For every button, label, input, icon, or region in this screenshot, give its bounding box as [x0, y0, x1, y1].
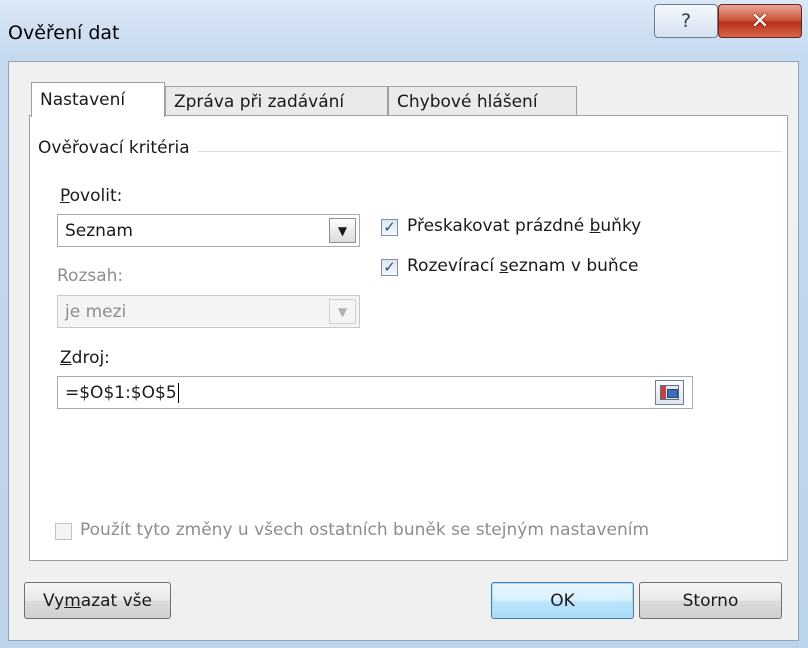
cancel-button[interactable]: Storno — [639, 582, 782, 619]
dialog-title: Ověření dat — [8, 22, 120, 44]
range-dropdown: je mezi ▼ — [57, 295, 360, 328]
in-cell-dropdown-text-a: Rozevírací — [407, 256, 500, 276]
close-icon: ✕ — [750, 8, 770, 34]
source-label-accelerator: Z — [60, 348, 72, 368]
in-cell-dropdown-text-b: eznam v buňce — [508, 256, 639, 276]
close-button[interactable]: ✕ — [718, 4, 802, 38]
ok-button-label: OK — [550, 590, 575, 611]
help-icon: ? — [680, 10, 692, 32]
tab-input-message-label: Zpráva při zadávání — [174, 91, 345, 112]
data-validation-dialog: Ověření dat ? ✕ Nastavení Zpráva při zad… — [0, 0, 808, 648]
source-label-text: droj: — [71, 348, 110, 368]
tab-settings[interactable]: Nastavení — [31, 82, 165, 117]
tab-error-alert-label: Chybové hlášení — [397, 91, 538, 112]
text-caret — [177, 382, 179, 403]
allow-dropdown[interactable]: Seznam ▼ — [57, 214, 360, 247]
ignore-blank-accelerator: b — [589, 216, 601, 236]
range-dropdown-value: je mezi — [65, 301, 127, 322]
tab-error-alert[interactable]: Chybové hlášení — [388, 86, 577, 116]
dialog-body: Nastavení Zpráva při zadávání Chybové hl… — [8, 61, 799, 641]
clear-all-accelerator: m — [64, 590, 81, 611]
tab-settings-label: Nastavení — [40, 90, 126, 110]
settings-panel: Ověřovací kritéria Povolit: Seznam ▼ Roz… — [29, 115, 788, 561]
validation-criteria-title: Ověřovací kritéria — [38, 138, 198, 158]
source-input-value: =$O$1:$O$5 — [65, 382, 177, 403]
in-cell-dropdown-checkbox[interactable]: ✓ — [381, 259, 398, 276]
source-input[interactable]: =$O$1:$O$5 — [57, 376, 693, 409]
apply-all-label: Použít tyto změny u všech ostatních buně… — [80, 520, 650, 540]
in-cell-dropdown-label[interactable]: Rozevírací seznam v buňce — [407, 256, 639, 276]
allow-label-accelerator: P — [60, 186, 70, 206]
range-selector-button[interactable] — [655, 380, 684, 405]
ignore-blank-text-a: Přeskakovat prázdné — [407, 216, 590, 236]
range-label: Rozsah: — [57, 266, 124, 286]
allow-label-text: ovolit: — [69, 186, 123, 206]
tab-input-message[interactable]: Zpráva při zadávání — [165, 86, 388, 116]
ok-button[interactable]: OK — [491, 582, 634, 619]
source-label: Zdroj: — [60, 348, 110, 368]
allow-dropdown-value: Seznam — [65, 220, 133, 241]
clear-all-button[interactable]: Vy m azat vše — [24, 582, 171, 619]
ignore-blank-label[interactable]: Přeskakovat prázdné buňky — [407, 216, 641, 236]
clear-all-text-b: azat vše — [80, 590, 152, 611]
ignore-blank-checkbox[interactable]: ✓ — [381, 219, 398, 236]
cancel-button-label: Storno — [682, 590, 739, 611]
cell-range-icon — [660, 385, 679, 400]
chevron-down-icon[interactable]: ▼ — [329, 218, 356, 243]
allow-label: Povolit: — [60, 186, 122, 206]
check-icon: ✓ — [383, 258, 396, 276]
title-bar: Ověření dat ? ✕ — [0, 0, 808, 62]
help-button[interactable]: ? — [654, 4, 718, 38]
chevron-down-icon: ▼ — [329, 299, 356, 324]
check-icon: ✓ — [383, 218, 396, 236]
apply-all-checkbox — [55, 523, 72, 540]
ignore-blank-text-b: uňky — [600, 216, 642, 236]
clear-all-text-a: Vy — [42, 590, 65, 611]
